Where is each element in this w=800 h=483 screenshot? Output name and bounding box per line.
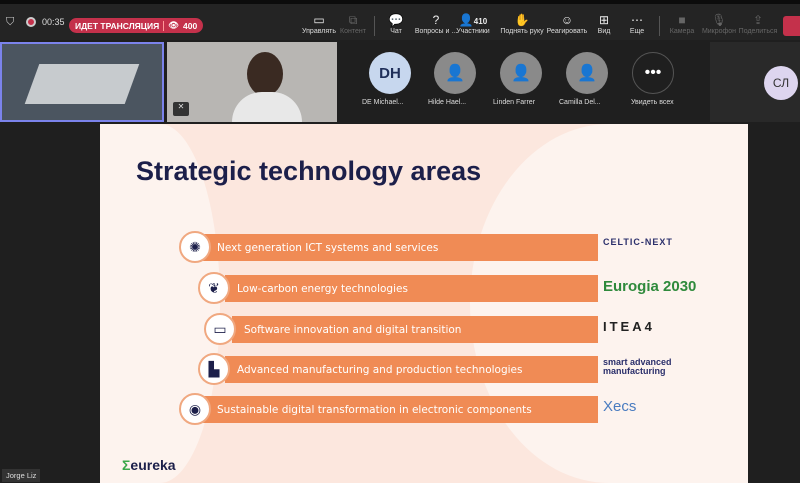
eureka-logo-text: eureka	[130, 457, 176, 473]
live-badge: ИДЕТ ТРАНСЛЯЦИЯ 👁 400	[69, 18, 204, 33]
participant-count: 410	[473, 17, 488, 26]
more-icon: •••	[644, 64, 662, 81]
leave-button[interactable]	[783, 16, 800, 36]
avatar[interactable]: 👤	[434, 52, 476, 94]
button-label: Чат	[390, 28, 402, 35]
avatar[interactable]: 👤	[566, 52, 608, 94]
people-icon: 👤410	[458, 13, 488, 27]
participant-name: Linden Farrer	[493, 99, 536, 106]
see-all-label: Увидеть всех	[631, 99, 674, 106]
network-icon: ✺	[179, 231, 211, 263]
person-icon: 👤	[577, 65, 597, 82]
meeting-timer: 00:35	[42, 17, 65, 27]
button-label: Еще	[629, 28, 645, 35]
more-button[interactable]: ⋯ Еще	[615, 12, 659, 35]
slide-title: Strategic technology areas	[136, 156, 482, 186]
content-button[interactable]: ⧉ Контент	[331, 12, 375, 35]
meeting-toolbar: ⛉ 00:35 ИДЕТ ТРАНСЛЯЦИЯ 👁 400 ▭ Управлять ⧉…	[0, 0, 800, 40]
chip-cycle-icon: ◉	[179, 393, 211, 425]
participant-name: Camilla Del...	[559, 99, 601, 106]
see-all-button[interactable]: •••	[632, 52, 674, 94]
eye-icon: 👁	[168, 20, 180, 30]
participant-name: DE Michael...	[362, 99, 404, 106]
hand-icon: ✋	[514, 13, 530, 27]
chat-button[interactable]: 💬 Чат	[374, 12, 418, 35]
button-label: Поделиться	[738, 28, 778, 35]
xecs-logo: Xecs	[603, 398, 637, 415]
avatar[interactable]: СЛ	[764, 66, 798, 100]
button-label: Участники	[456, 28, 490, 35]
content-icon: ⧉	[348, 13, 358, 27]
decor	[470, 124, 748, 483]
person-icon: 👤	[445, 65, 465, 82]
factory-icon: ▙	[198, 353, 230, 385]
room-table	[24, 64, 140, 104]
tech-area-bar: Advanced manufacturing and production te…	[225, 356, 598, 383]
participants-button[interactable]: 👤410 Участники	[450, 12, 496, 35]
button-label: Поднять руку	[500, 28, 544, 35]
avatar[interactable]: DH	[369, 52, 411, 94]
viewer-count: 400	[183, 20, 198, 31]
tech-area-bar: Sustainable digital transformation in el…	[197, 396, 598, 423]
button-label: Контент	[340, 28, 366, 35]
chat-icon: 💬	[388, 13, 404, 27]
raise-hand-button[interactable]: ✋ Поднять руку	[497, 12, 547, 35]
tech-area-bar: Low-carbon energy technologies	[225, 275, 598, 302]
speaker-name-label: Jorge Liz	[2, 469, 41, 482]
presentation-slide: Strategic technology areas Next generati…	[100, 124, 748, 483]
smart-logo: smart advanced manufacturing	[603, 357, 672, 376]
eurogia-logo: Eurogia 2030	[603, 278, 697, 295]
laptop-icon: ▭	[204, 313, 236, 345]
speaker-head	[247, 52, 283, 96]
button-label: Вид	[597, 28, 611, 35]
mic-off-icon: ✕	[173, 102, 189, 116]
tech-area-bar: Software innovation and digital transiti…	[232, 316, 598, 343]
button-label: Микрофон	[701, 28, 737, 35]
itea4-logo: ITEA4	[603, 319, 655, 334]
tech-area-bar: Next generation ICT systems and services	[197, 234, 598, 261]
avatar[interactable]: 👤	[500, 52, 542, 94]
person-icon: 👤	[511, 65, 531, 82]
celtic-next-logo: CELTIC-NEXT	[603, 237, 673, 247]
plant-hand-icon: ❦	[198, 272, 230, 304]
more-icon: ⋯	[631, 13, 643, 27]
video-tile-room[interactable]	[0, 42, 164, 122]
record-icon	[26, 17, 36, 27]
eureka-logo: Σeureka	[122, 457, 176, 473]
shield-icon[interactable]: ⛉	[6, 16, 14, 29]
live-label: ИДЕТ ТРАНСЛЯЦИЯ	[75, 20, 160, 31]
video-tile-speaker[interactable]: ✕	[167, 42, 337, 122]
share-button[interactable]: ⇪ Поделиться	[735, 12, 781, 35]
button-label: Камера	[669, 28, 695, 35]
share-icon: ⇪	[752, 13, 764, 27]
participant-name: Hilde Hael...	[428, 99, 467, 106]
speaker-body	[232, 92, 302, 122]
